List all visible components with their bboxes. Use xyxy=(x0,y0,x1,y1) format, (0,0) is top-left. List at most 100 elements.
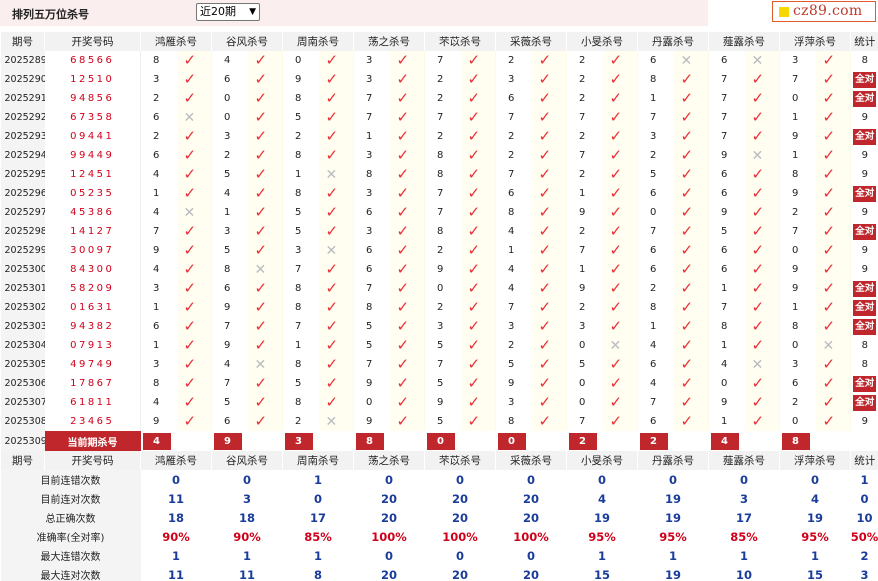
result-mark-cell: ✓ xyxy=(389,184,425,203)
stats-label: 目前连对次数 xyxy=(0,489,141,508)
site-logo[interactable]: cz89.com xyxy=(772,1,876,22)
result-mark-cell: ✓ xyxy=(815,127,851,146)
kill-number: 5 xyxy=(353,336,390,355)
result-mark-cell: ✓ xyxy=(673,184,709,203)
row-draw-number: 94856 xyxy=(44,89,141,108)
result-mark-cell: ✓ xyxy=(602,70,638,89)
result-mark-cell: ✓ xyxy=(389,165,425,184)
kill-number: 9 xyxy=(140,412,177,431)
result-mark-cell: ✓ xyxy=(176,51,212,70)
stats-value: 19 xyxy=(779,508,851,527)
row-tally: 全对 xyxy=(851,222,878,241)
stats-label: 最大连错次数 xyxy=(0,546,141,565)
check-icon: ✓ xyxy=(751,241,765,259)
logo-square-icon xyxy=(779,7,789,17)
kill-number: 1 xyxy=(708,279,745,298)
result-mark-cell: ✕ xyxy=(176,108,212,127)
kill-number: 4 xyxy=(211,184,248,203)
result-mark-cell: ✓ xyxy=(389,279,425,298)
stats-value: 15 xyxy=(566,565,638,581)
kill-number: 8 xyxy=(495,412,532,431)
kill-number: 7 xyxy=(495,165,532,184)
result-mark-cell: ✓ xyxy=(247,298,283,317)
check-icon: ✓ xyxy=(680,260,694,278)
check-icon: ✓ xyxy=(609,108,623,126)
result-mark-cell: ✓ xyxy=(247,127,283,146)
kill-number: 9 xyxy=(708,146,745,165)
col-header-tj: 统计 xyxy=(850,32,878,51)
result-mark-cell: ✓ xyxy=(744,279,780,298)
row-qi: 2025297 xyxy=(0,203,45,222)
result-mark-cell: ✓ xyxy=(602,108,638,127)
result-mark-cell: ✓ xyxy=(176,89,212,108)
table-row: 2025293 09441 2 ✓ 3 ✓ 2 ✓ 1 ✓ 2 ✓ 2 ✓ 2 ✓ 3 ✓ 7 ✓ 9 ✓ 全对 xyxy=(0,127,878,146)
result-mark-cell: ✓ xyxy=(744,336,780,355)
result-mark-cell: ✓ xyxy=(176,393,212,412)
check-icon: ✓ xyxy=(538,146,552,164)
check-icon: ✓ xyxy=(609,355,623,373)
result-mark-cell: ✕ xyxy=(318,412,354,431)
check-icon: ✓ xyxy=(751,317,765,335)
stats-value: 0 xyxy=(495,470,567,489)
result-mark-cell: ✓ xyxy=(389,70,425,89)
check-icon: ✓ xyxy=(680,127,694,145)
check-icon: ✓ xyxy=(680,165,694,183)
check-icon: ✓ xyxy=(254,165,268,183)
col-header-expert: 谷风杀号 xyxy=(211,32,283,51)
col-header-qi: 期号 xyxy=(0,451,45,470)
row-draw-number: 23465 xyxy=(44,412,141,431)
check-icon: ✓ xyxy=(609,184,623,202)
result-mark-cell: ✓ xyxy=(815,165,851,184)
kill-number: 1 xyxy=(708,412,745,431)
result-mark-cell: ✓ xyxy=(460,127,496,146)
stats-value-total: 1 xyxy=(850,470,878,489)
current-kill-number: 2 xyxy=(568,432,597,450)
kill-number: 0 xyxy=(211,89,248,108)
col-header-expert: 浮萍杀号 xyxy=(779,451,851,470)
check-icon: ✓ xyxy=(538,165,552,183)
check-icon: ✓ xyxy=(822,393,836,411)
kill-number: 2 xyxy=(424,241,461,260)
kill-number: 9 xyxy=(708,203,745,222)
row-draw-number: 17867 xyxy=(44,374,141,393)
result-mark-cell: ✓ xyxy=(176,184,212,203)
check-icon: ✓ xyxy=(467,203,481,221)
period-select-value: 近20期 xyxy=(200,5,236,18)
result-mark-cell: ✓ xyxy=(176,222,212,241)
check-icon: ✓ xyxy=(822,279,836,297)
current-kill-number: 3 xyxy=(284,432,313,450)
check-icon: ✓ xyxy=(254,393,268,411)
kill-number: 2 xyxy=(566,222,603,241)
stats-value: 1 xyxy=(211,546,283,565)
stats-value: 4 xyxy=(566,489,638,508)
stats-value: 0 xyxy=(566,470,638,489)
all-correct-badge: 全对 xyxy=(853,90,877,107)
result-mark-cell: ✕ xyxy=(247,260,283,279)
result-mark-cell: ✓ xyxy=(460,279,496,298)
col-header-expert: 小旻杀号 xyxy=(566,451,638,470)
kill-number: 0 xyxy=(566,393,603,412)
result-mark-cell: ✓ xyxy=(460,70,496,89)
kill-number: 8 xyxy=(211,260,248,279)
check-icon: ✓ xyxy=(183,184,197,202)
table-header-row-repeat: 期号 开奖号码 鸿雁杀号 谷风杀号 周南杀号 荡之杀号 芣苡杀号 采薇杀号 小旻… xyxy=(0,451,878,470)
col-header-expert: 薤露杀号 xyxy=(708,32,780,51)
result-mark-cell: ✓ xyxy=(744,412,780,431)
result-mark-cell: ✓ xyxy=(318,184,354,203)
check-icon: ✓ xyxy=(467,241,481,259)
current-kill-number: 8 xyxy=(355,432,384,450)
table-row: 2025307 61811 4 ✓ 5 ✓ 8 ✓ 0 ✓ 9 ✓ 3 ✓ 0 ✓ 7 ✓ 9 ✓ 2 ✓ 全对 xyxy=(0,393,878,412)
check-icon: ✓ xyxy=(325,298,339,316)
check-icon: ✓ xyxy=(751,279,765,297)
kill-number: 8 xyxy=(282,298,319,317)
result-mark-cell: ✕ xyxy=(744,146,780,165)
result-mark-cell: ✓ xyxy=(815,279,851,298)
stats-value: 20 xyxy=(495,489,567,508)
stats-rows: 目前连错次数 0 0 1 0 0 0 0 0 0 0 1 目前连对次数 11 3 0 20 20 20 4 19 3 4 0 总… xyxy=(0,470,878,581)
result-mark-cell: ✓ xyxy=(815,355,851,374)
check-icon: ✓ xyxy=(254,412,268,430)
result-mark-cell: ✓ xyxy=(247,393,283,412)
period-select[interactable]: 近20期 ▼ xyxy=(196,3,260,21)
kill-number: 0 xyxy=(566,336,603,355)
row-draw-number: 05235 xyxy=(44,184,141,203)
